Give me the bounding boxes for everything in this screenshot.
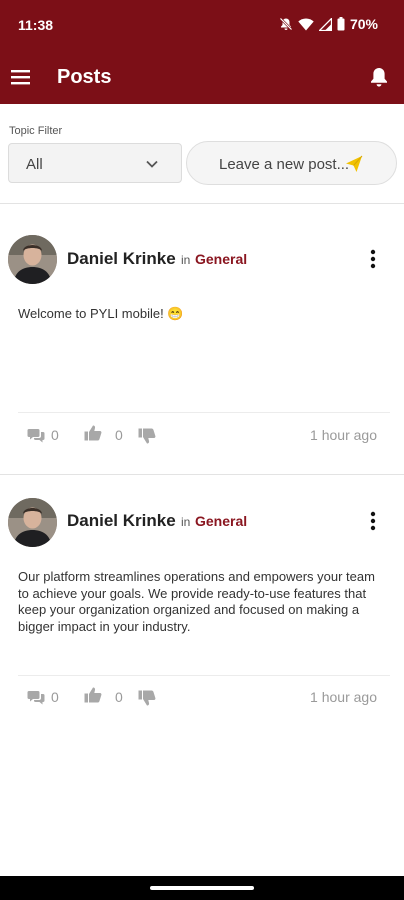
chevron-down-icon	[146, 160, 158, 168]
post-author[interactable]: Daniel Krinke	[67, 511, 176, 531]
avatar[interactable]	[8, 498, 57, 547]
avatar-image	[8, 235, 57, 284]
post-card: Daniel Krinke in General Our platform st…	[0, 475, 404, 745]
signal-icon	[318, 17, 332, 31]
post-topic[interactable]: General	[195, 251, 247, 267]
avatar-image	[8, 498, 57, 547]
post-timestamp: 1 hour ago	[310, 689, 377, 705]
battery-icon	[337, 17, 345, 31]
thumbs-down-icon[interactable]	[138, 428, 156, 444]
post-card: Daniel Krinke in General Welcome to PYLI…	[0, 204, 404, 474]
comments-count: 0	[51, 689, 59, 705]
new-post-button[interactable]: Leave a new post...	[186, 141, 397, 185]
topic-filter-select[interactable]: All	[8, 143, 182, 183]
post-in-label: in	[181, 515, 191, 529]
new-post-label: Leave a new post...	[219, 156, 350, 173]
app-bar: Posts	[0, 50, 404, 104]
post-in-label: in	[181, 253, 191, 267]
post-body: Our platform streamlines operations and …	[18, 569, 375, 634]
comments-icon[interactable]	[27, 427, 45, 443]
status-bar: 11:38 70%	[0, 0, 404, 50]
page-title: Posts	[57, 66, 112, 88]
status-time: 11:38	[18, 17, 54, 33]
system-nav-bar	[0, 876, 404, 900]
more-vert-icon[interactable]	[369, 248, 377, 270]
likes-count: 0	[115, 427, 123, 443]
status-icons: 70%	[279, 16, 378, 32]
thumbs-up-icon[interactable]	[84, 687, 102, 703]
send-icon	[346, 155, 363, 172]
wifi-icon	[298, 18, 314, 30]
thumbs-up-icon[interactable]	[84, 425, 102, 441]
post-body: Welcome to PYLI mobile! 😁	[18, 306, 184, 321]
post-author[interactable]: Daniel Krinke	[67, 249, 176, 269]
comments-icon[interactable]	[27, 689, 45, 705]
post-timestamp: 1 hour ago	[310, 427, 377, 443]
avatar[interactable]	[8, 235, 57, 284]
topic-filter-value: All	[26, 156, 43, 173]
home-handle[interactable]	[150, 886, 254, 890]
more-vert-icon[interactable]	[369, 510, 377, 532]
menu-icon[interactable]	[10, 66, 32, 88]
actions-divider	[18, 412, 390, 413]
actions-divider	[18, 675, 390, 676]
thumbs-down-icon[interactable]	[138, 690, 156, 706]
post-topic[interactable]: General	[195, 513, 247, 529]
battery-percent: 70%	[349, 16, 378, 32]
mute-icon	[279, 17, 293, 31]
bell-icon[interactable]	[368, 66, 390, 88]
comments-count: 0	[51, 427, 59, 443]
topic-filter-label: Topic Filter	[9, 125, 63, 137]
likes-count: 0	[115, 689, 123, 705]
